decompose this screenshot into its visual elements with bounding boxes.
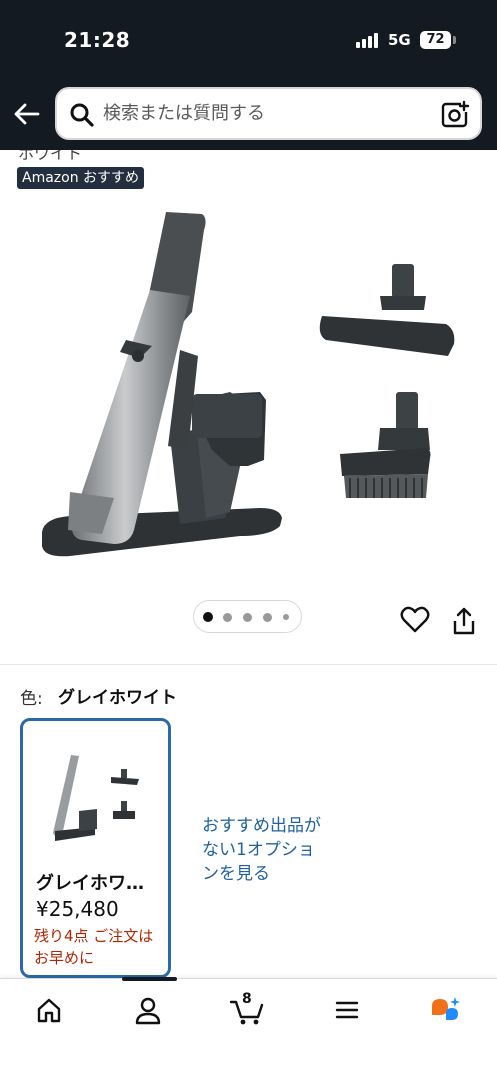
- ai-assistant-icon[interactable]: [424, 993, 464, 1027]
- top-header: 21:28 5G 72: [0, 0, 497, 150]
- carousel-dot-2[interactable]: [223, 613, 232, 622]
- variant-thumbnail: [53, 755, 139, 841]
- variant-price: ¥25,480: [36, 897, 119, 921]
- camera-scan-icon[interactable]: [440, 100, 470, 130]
- search-icon[interactable]: [69, 102, 95, 128]
- variant-name: グレイホワ…: [36, 873, 144, 894]
- carousel-dot-1[interactable]: [203, 612, 213, 622]
- amazon-choice-badge: Amazon おすすめ: [17, 167, 145, 189]
- cart-button[interactable]: 8: [228, 991, 268, 1027]
- search-input[interactable]: [103, 89, 433, 138]
- nav-active-indicator: [122, 977, 177, 981]
- product-image[interactable]: [30, 200, 470, 580]
- status-time: 21:28: [64, 28, 131, 52]
- variant-option-card[interactable]: グレイホワ… ¥25,480 残り4点 ご注文はお早めに: [20, 718, 171, 978]
- other-offers-link[interactable]: おすすめ出品がない1オプションを見る: [202, 814, 327, 886]
- variant-stock-warning: 残り4点 ご注文はお早めに: [34, 927, 154, 967]
- carousel-dot-3[interactable]: [243, 613, 252, 622]
- account-icon[interactable]: [128, 993, 168, 1027]
- color-label: 色:: [20, 689, 43, 709]
- carousel-dot-5[interactable]: [283, 614, 289, 620]
- menu-icon[interactable]: [327, 993, 367, 1027]
- network-type: 5G: [388, 31, 411, 49]
- color-selected-value: グレイホワイト: [58, 688, 177, 708]
- battery-icon: 72: [420, 31, 451, 49]
- image-carousel-dots[interactable]: [193, 600, 302, 633]
- cart-count: 8: [242, 991, 252, 1007]
- home-icon[interactable]: [29, 993, 69, 1027]
- search-bar[interactable]: [55, 87, 482, 140]
- heart-icon[interactable]: [400, 606, 430, 634]
- share-icon[interactable]: [452, 606, 476, 636]
- bottom-nav: 8: [0, 977, 497, 1080]
- signal-icon: [356, 32, 382, 48]
- battery-tip: [453, 36, 456, 44]
- carousel-dot-4[interactable]: [263, 613, 272, 622]
- back-arrow-icon[interactable]: [12, 99, 42, 129]
- section-divider: [0, 664, 497, 665]
